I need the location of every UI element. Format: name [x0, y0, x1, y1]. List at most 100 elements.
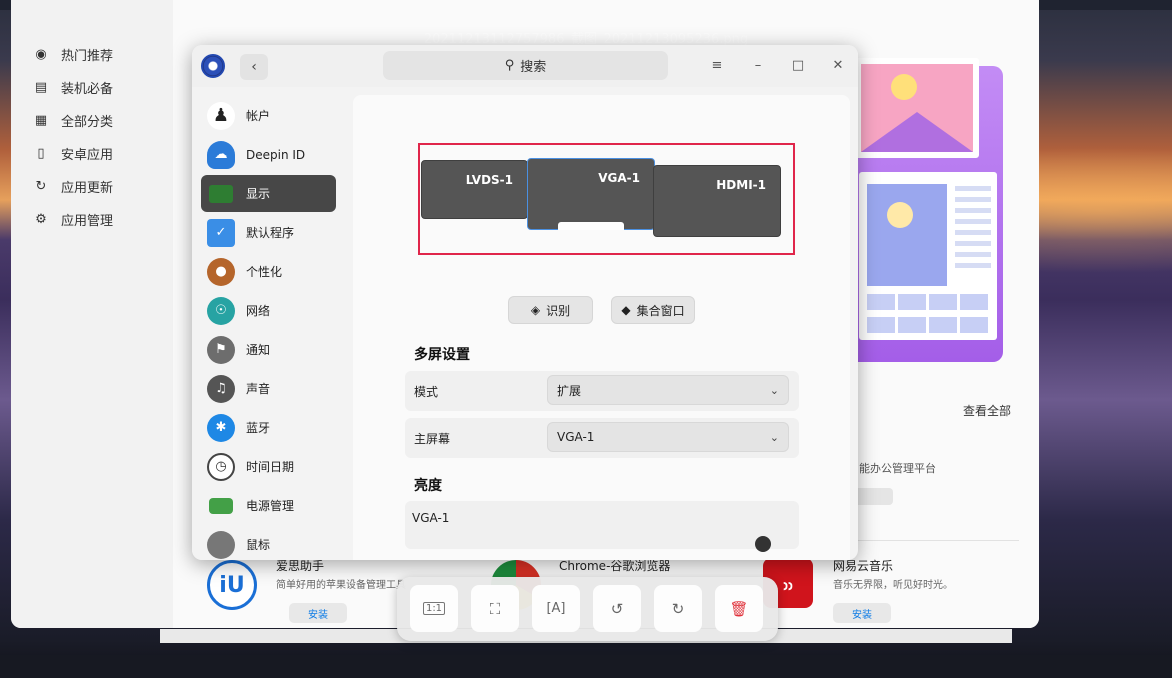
viewer-toolbar: 1:1 ⛶ [A] ↺ ↻ 🗑 [397, 577, 778, 641]
display-icon [209, 184, 233, 203]
sidebar-item-account[interactable]: ♟ 帐户 [201, 97, 336, 134]
minimize-button[interactable]: – [747, 54, 769, 76]
menu-button[interactable]: ≡ [706, 54, 728, 76]
fit-window-icon: ⛶ [489, 599, 501, 618]
maximize-icon: □ [791, 57, 805, 73]
rotate-right-button[interactable]: ↻ [654, 585, 702, 632]
default-apps-icon: ✓ [207, 218, 235, 247]
actual-size-button[interactable]: 1:1 [410, 585, 458, 632]
battery-icon [209, 497, 233, 514]
rotate-right-icon: ↻ [671, 599, 685, 618]
clock-icon: ◷ [207, 452, 235, 481]
identify-icon: ◈ [530, 303, 541, 317]
palette-icon: ● [207, 257, 235, 286]
store-nav-essentials[interactable]: ▤ 装机必备 [33, 71, 113, 104]
account-icon: ♟ [207, 101, 235, 130]
mode-label: 模式 [414, 385, 439, 399]
settings-sidebar: ♟ 帐户 ☁ Deepin ID 显示 ✓ 默认程序 ● 个性化 ☉ 网络 ⚑ … [192, 87, 345, 560]
control-center-logo-icon [201, 54, 225, 78]
grid-icon: ▦ [34, 113, 48, 128]
partial-install-button[interactable] [853, 488, 893, 505]
sidebar-item-datetime[interactable]: ◷ 时间日期 [201, 448, 336, 485]
sidebar-item-personalization[interactable]: ● 个性化 [201, 253, 336, 290]
sidebar-item-notification[interactable]: ⚑ 通知 [201, 331, 336, 368]
phone-icon: ▯ [37, 146, 45, 161]
store-nav: ◉ 热门推荐 ▤ 装机必备 ▦ 全部分类 ▯ 安卓应用 ↻ 应用更新 ⚙ 应用管… [33, 38, 113, 236]
sidebar-item-network[interactable]: ☉ 网络 [201, 292, 336, 329]
search-placeholder: 搜索 [520, 60, 547, 75]
display-settings-panel: LVDS-1 VGA-1 HDMI-1 ◈ 识别 ◆ 集合窗口 多屏设置 模式 … [353, 95, 850, 560]
chevron-left-icon: ‹ [251, 59, 257, 75]
monitor-lvds-1[interactable]: LVDS-1 [421, 160, 528, 219]
photo-bottom-strip [0, 655, 1172, 678]
sidebar-item-display[interactable]: 显示 [201, 175, 336, 212]
actual-size-icon: 1:1 [422, 602, 446, 615]
aisi-app-icon[interactable]: iU [207, 560, 257, 610]
minimize-icon: – [754, 57, 762, 73]
sidebar-item-bluetooth[interactable]: ✱ 蓝牙 [201, 409, 336, 446]
gather-windows-button[interactable]: ◆ 集合窗口 [611, 296, 695, 324]
flame-icon: ◉ [35, 47, 47, 62]
globe-icon: ☉ [207, 296, 235, 325]
brightness-monitor-label: VGA-1 [412, 511, 450, 525]
fit-window-button[interactable]: ⛶ [471, 585, 519, 632]
primary-screen-select[interactable]: VGA-1 ⌄ [547, 422, 789, 452]
chevron-down-icon: ⌄ [769, 431, 779, 444]
see-all-link[interactable]: 查看全部 [963, 402, 1011, 419]
menu-icon: ≡ [711, 57, 723, 73]
mouse-icon [207, 530, 235, 559]
install-button[interactable]: 安装 [289, 603, 347, 623]
hero-illustration-gallery [859, 172, 997, 340]
close-button[interactable]: ✕ [827, 54, 849, 76]
trash-icon: 🗑 [729, 599, 749, 618]
titlebar: ‹ ⚲ 搜索 ≡ – □ ✕ [192, 45, 858, 87]
brightness-slider-handle[interactable] [755, 536, 771, 552]
identify-button[interactable]: ◈ 识别 [508, 296, 593, 324]
primary-screen-label: 主屏幕 [414, 432, 451, 446]
app-desc: 音乐无界限，听见好时光。 [833, 580, 953, 591]
settings-icon: ⚙ [35, 212, 47, 227]
install-button[interactable]: 安装 [833, 603, 891, 623]
brightness-title: 亮度 [414, 478, 442, 494]
multi-screen-title: 多屏设置 [414, 347, 470, 363]
delete-button[interactable]: 🗑 [715, 585, 763, 632]
sidebar-item-mouse[interactable]: 鼠标 [201, 526, 336, 560]
chevron-down-icon: ⌄ [769, 384, 779, 397]
rotate-left-button[interactable]: ↺ [593, 585, 641, 632]
hero-illustration-photo [855, 58, 979, 158]
sidebar-item-power[interactable]: 电源管理 [201, 487, 336, 524]
refresh-icon: ↻ [35, 179, 47, 194]
store-nav-manage[interactable]: ⚙ 应用管理 [33, 203, 113, 236]
maximize-button[interactable]: □ [787, 54, 809, 76]
store-nav-updates[interactable]: ↻ 应用更新 [33, 170, 113, 203]
bluetooth-icon: ✱ [207, 413, 235, 442]
rotate-left-icon: ↺ [610, 599, 624, 618]
mode-row: 模式 扩展 ⌄ [405, 371, 799, 411]
brightness-row: VGA-1 [405, 501, 799, 552]
cloud-icon: ☁ [207, 140, 235, 169]
monitor-vga-1[interactable]: VGA-1 [527, 158, 655, 230]
back-button[interactable]: ‹ [240, 54, 268, 80]
store-sidebar: ◉ 热门推荐 ▤ 装机必备 ▦ 全部分类 ▯ 安卓应用 ↻ 应用更新 ⚙ 应用管… [11, 0, 173, 628]
sidebar-item-default-apps[interactable]: ✓ 默认程序 [201, 214, 336, 251]
control-center-window: ‹ ⚲ 搜索 ≡ – □ ✕ ♟ 帐户 ☁ Deepin ID 显示 ✓ 默认程… [192, 45, 858, 560]
gather-icon: ◆ [621, 303, 631, 317]
speaker-icon: ♫ [207, 374, 235, 403]
sidebar-item-deepin-id[interactable]: ☁ Deepin ID [201, 136, 336, 173]
monitor-icon: ▤ [34, 80, 48, 95]
primary-monitor-indicator [558, 222, 624, 230]
close-icon: ✕ [832, 57, 844, 73]
ocr-button[interactable]: [A] [532, 585, 580, 632]
primary-screen-row: 主屏幕 VGA-1 ⌄ [405, 418, 799, 458]
ocr-icon: [A] [546, 601, 566, 616]
search-input[interactable]: ⚲ 搜索 [383, 51, 668, 80]
store-nav-categories[interactable]: ▦ 全部分类 [33, 104, 113, 137]
mode-select[interactable]: 扩展 ⌄ [547, 375, 789, 405]
monitor-hdmi-1[interactable]: HDMI-1 [653, 165, 781, 237]
store-nav-android[interactable]: ▯ 安卓应用 [33, 137, 113, 170]
bell-icon: ⚑ [207, 335, 235, 364]
app-desc: 简单好用的苹果设备管理工具 [276, 580, 406, 591]
search-icon: ⚲ [504, 58, 515, 73]
sidebar-item-sound[interactable]: ♫ 声音 [201, 370, 336, 407]
partial-app-desc: 智能办公管理平台 [848, 462, 936, 475]
